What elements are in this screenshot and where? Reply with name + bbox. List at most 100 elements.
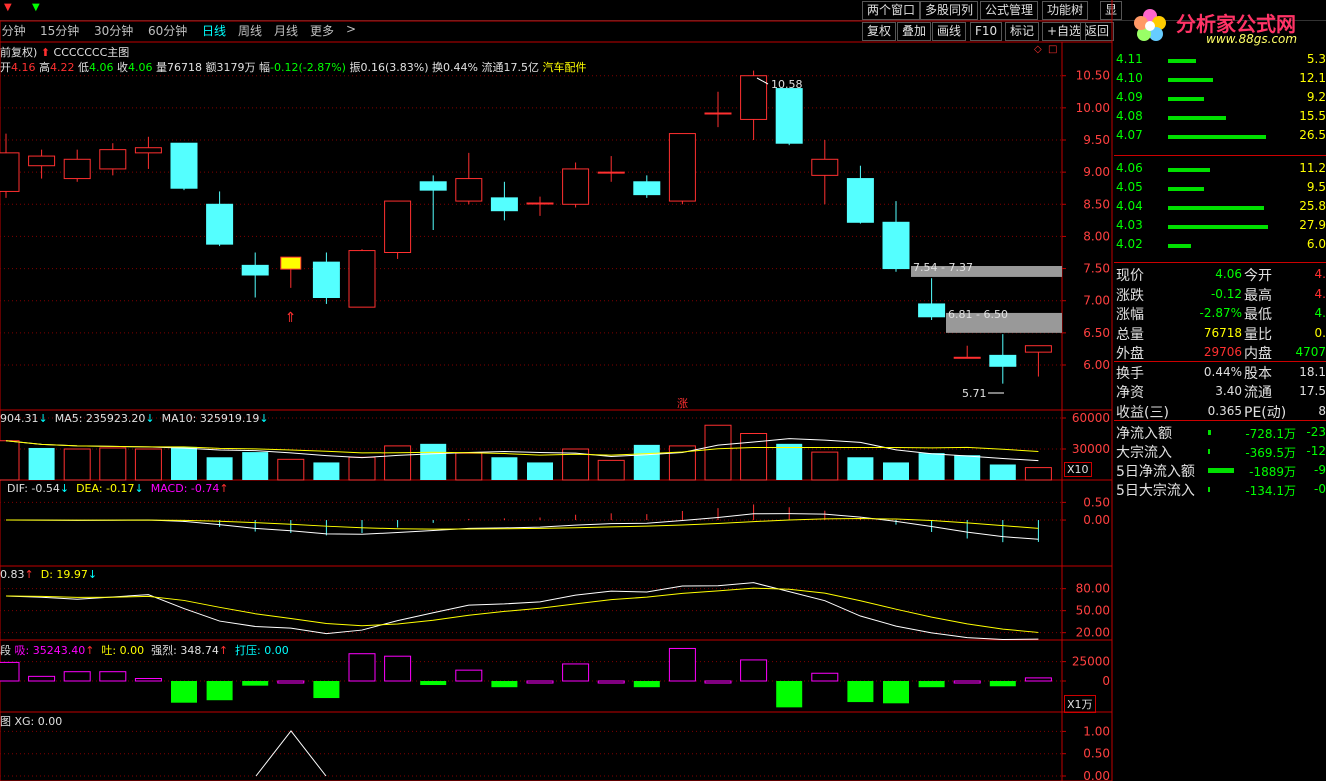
candle-up — [0, 152, 20, 192]
quote-value: 4707 — [1295, 345, 1326, 359]
flow-bar — [989, 681, 1016, 687]
absorb-value: 吸: 35243.40 — [14, 644, 86, 657]
flow-bar — [28, 675, 56, 682]
press-value: 打压: 0.00 — [235, 644, 289, 657]
order-book: 4.11 5.3 4.10 12.1 4.09 9.2 4.08 15.5 4.07 26.5 4.… — [1114, 52, 1326, 262]
candle-down — [490, 197, 518, 212]
candle-up — [668, 133, 696, 202]
flow-bar — [562, 663, 590, 682]
axis-tick-label: 7.00 — [1083, 294, 1110, 308]
bid-price: 4.05 — [1116, 180, 1143, 194]
flow-bar — [704, 680, 732, 684]
axis-tick-label: 25000 — [1072, 655, 1110, 669]
candle-up — [455, 178, 483, 202]
flow-value: -369.5万 — [1245, 446, 1296, 460]
axis-tick-label: 9.50 — [1083, 133, 1110, 147]
flow-bar-indicator — [1208, 487, 1210, 492]
diamond-icon[interactable]: ◇ — [1034, 44, 1042, 55]
flow-label: 5日大宗流入 — [1116, 483, 1195, 499]
axis-tick-label: 20.00 — [1076, 626, 1110, 640]
volume-bar — [0, 440, 20, 481]
candle-up — [526, 202, 554, 205]
candle-up — [99, 149, 127, 170]
ask-row-0: 4.11 5.3 — [1114, 52, 1326, 70]
gap-range-1: 7.54 - 7.37 — [913, 261, 973, 274]
candle-up — [28, 155, 56, 167]
ask-price: 4.10 — [1116, 71, 1143, 85]
quote-panel: 现价 4.06 今开 4. 涨跌 -0.12 最高 4. 涨幅 -2.87% 最低 4. 总量 76718… — [1114, 262, 1326, 421]
candle-down — [775, 88, 803, 144]
axis-tick-label: 10.00 — [1076, 101, 1110, 115]
axis-tick-label: 7.50 — [1083, 262, 1110, 276]
bid-price: 4.04 — [1116, 199, 1143, 213]
quote-label: 最低 — [1244, 307, 1272, 323]
flow-label: 大宗流入 — [1116, 445, 1172, 461]
quote-value: 17.5 — [1299, 384, 1326, 398]
axis-tick-label: 30000 — [1072, 442, 1110, 456]
flow-bar-indicator — [1208, 449, 1210, 454]
quote-label: 收益(三) — [1116, 404, 1169, 421]
quote-value: 0.44% — [1203, 364, 1242, 379]
quote-value: 0. — [1314, 325, 1326, 340]
flow-bar — [0, 661, 20, 682]
bid-row-3: 4.03 27.9 — [1114, 218, 1326, 236]
volume-bar — [597, 459, 625, 481]
axis-tick-label: 80.00 — [1076, 582, 1110, 596]
volume-bar — [242, 452, 269, 480]
quote-label: 现价 — [1116, 268, 1144, 284]
quote-value: 4. — [1314, 286, 1326, 301]
flow-bar — [740, 659, 768, 682]
volume-bar — [704, 424, 732, 481]
candle-up — [953, 356, 981, 359]
flow-bar — [776, 681, 803, 708]
flow-bar — [1024, 677, 1052, 682]
volume-bar — [99, 447, 127, 481]
macd-legend: DIF: -0.54↓ DEA: -0.17↓ MACD: -0.74↑ — [7, 482, 229, 495]
flow-bar — [171, 681, 197, 703]
flow-label: 5日净流入额 — [1116, 464, 1195, 480]
quote-value: 0.365 — [1207, 403, 1242, 418]
flow-bar — [420, 681, 447, 686]
bid-price: 4.02 — [1116, 237, 1143, 251]
quote-value: 4. — [1314, 267, 1326, 281]
ask-volume-bar — [1168, 135, 1266, 139]
fund-flow-panel: 净流入额 -728.1万 -23 大宗流入 -369.5万 -12 5日净流入额 -1889万… — [1114, 420, 1326, 501]
flow-tail: -12 — [1306, 444, 1326, 458]
volume-bar — [491, 457, 518, 480]
candle-up — [63, 158, 91, 180]
flow-tail: -9 — [1314, 463, 1326, 477]
quote-label: 量比 — [1244, 326, 1272, 343]
axis-tick-label: 0.00 — [1083, 513, 1110, 527]
flow-legend: 段 吸: 35243.40↑ 吐: 0.00 强烈: 348.74↑ 打压: 0… — [0, 644, 289, 657]
candle-down — [633, 181, 661, 196]
candle-up — [1024, 345, 1052, 353]
quote-label: 涨跌 — [1116, 287, 1144, 304]
gap-range-2: 6.81 - 6.50 — [948, 308, 1008, 321]
axis-tick-label: 0.50 — [1083, 495, 1110, 509]
axis-tick-label: 10.50 — [1076, 69, 1110, 83]
flow-bar — [313, 681, 340, 699]
square-icon[interactable]: □ — [1048, 44, 1057, 55]
flow-bar — [811, 672, 839, 682]
flow-bar — [491, 681, 518, 688]
flow-tail: -0 — [1314, 482, 1326, 496]
volume-bar — [63, 448, 91, 481]
flow-bar-indicator — [1208, 468, 1234, 473]
volume-bar — [883, 462, 909, 480]
k-value: 0.83 — [0, 568, 25, 581]
volume-legend: 904.31↓ MA5: 235923.20↓ MA10: 325919.19↓ — [0, 412, 269, 425]
flow-bar — [134, 678, 162, 682]
bid-volume-bar — [1168, 225, 1268, 229]
bid-volume-bar — [1168, 244, 1191, 248]
volume-bar — [455, 452, 483, 481]
d-value: D: 19.97 — [40, 568, 88, 581]
flow-bar — [597, 680, 625, 684]
flow-prefix: 段 — [0, 644, 11, 657]
candle-up — [384, 200, 412, 253]
quote-label: PE(动) — [1244, 404, 1287, 421]
ask-volume: 26.5 — [1299, 128, 1326, 142]
candle-down — [989, 354, 1017, 367]
xg-legend: 图 XG: 0.00 — [0, 715, 63, 728]
axis-tick-label: 6.00 — [1083, 358, 1110, 372]
bid-volume: 11.2 — [1299, 161, 1326, 175]
